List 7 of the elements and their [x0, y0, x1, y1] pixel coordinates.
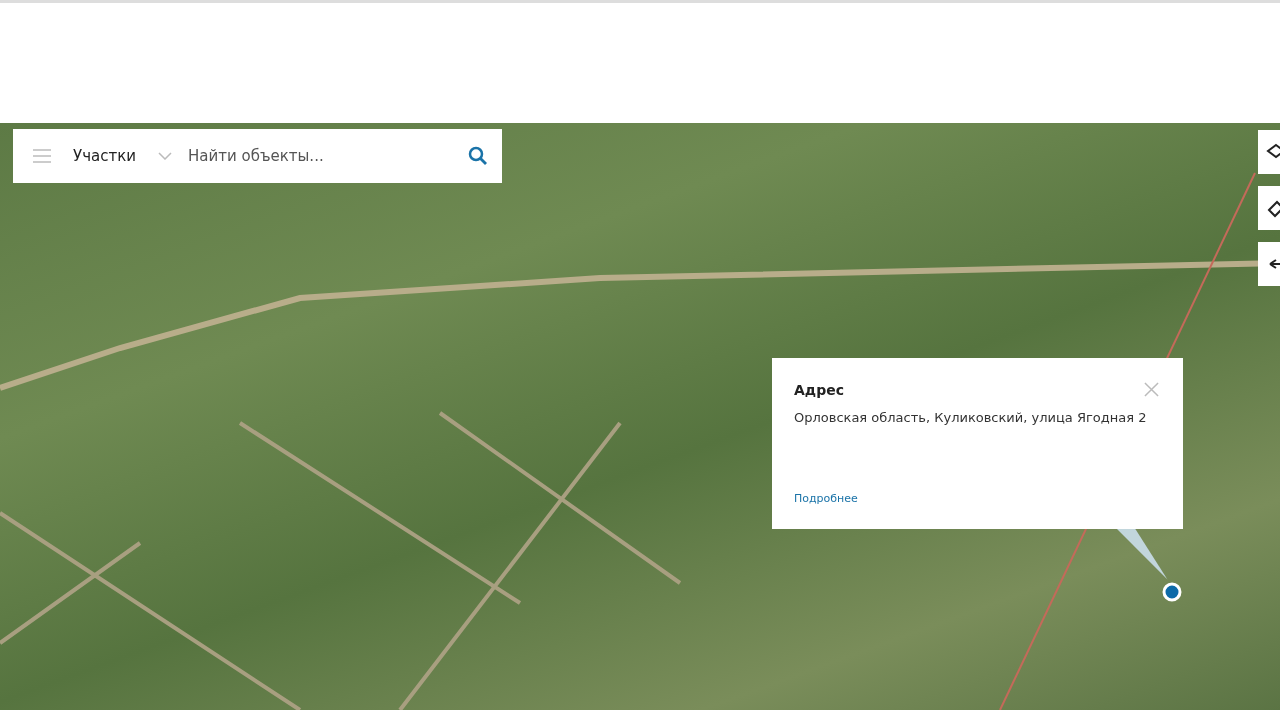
satellite-map[interactable]: Участки Найти объекты... Адрес Орловская область, Куликовский, улица Ягодная 2 Подробнее [0, 123, 1280, 710]
location-pin-icon [1162, 582, 1182, 602]
category-dropdown[interactable]: Участки [73, 147, 136, 165]
address-text: Орловская область, Куликовский, улица Ягодная 2 [794, 410, 1148, 425]
popup-title: Адрес [794, 382, 844, 398]
details-link[interactable]: Подробнее [794, 492, 858, 505]
search-icon[interactable] [468, 146, 488, 166]
